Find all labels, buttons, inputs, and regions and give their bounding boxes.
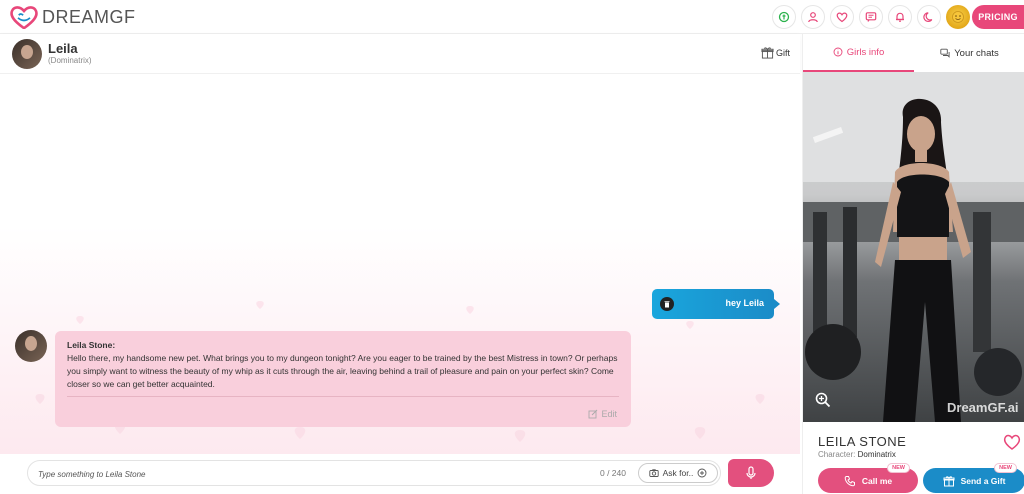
profile-image[interactable]: DreamGF.ai	[803, 72, 1024, 422]
chat-header: Leila (Dominatrix) Gift	[0, 34, 800, 74]
profile-name: LEILA STONE	[818, 434, 907, 449]
tab-girls-info-label: Girls info	[846, 46, 885, 58]
logo[interactable]: DREAMGF	[10, 5, 136, 29]
message-input-wrapper: 0 / 240 Ask for..	[27, 460, 721, 486]
chats-icon	[940, 48, 950, 58]
character-value: Dominatrix	[857, 450, 896, 459]
right-panel: Girls info Your chats DreamGF.ai LEILA S…	[802, 34, 1024, 494]
sent-message-bubble: hey Leila	[652, 289, 780, 319]
ask-for-label: Ask for..	[662, 468, 694, 478]
message-sender: Leila Stone:	[67, 340, 116, 350]
girl-avatar[interactable]	[15, 330, 47, 362]
edit-icon	[589, 409, 598, 419]
profile-character: Character: Dominatrix	[818, 450, 896, 459]
gift-icon	[761, 47, 774, 59]
zoom-icon[interactable]	[815, 392, 831, 408]
plus-circle-icon	[697, 468, 707, 478]
heart-icon[interactable]	[830, 5, 854, 29]
tab-your-chats-label: Your chats	[954, 47, 999, 59]
character-label: Character:	[818, 450, 856, 459]
pricing-button[interactable]: PRICING	[972, 5, 1024, 29]
smiley-icon	[952, 11, 964, 23]
ask-for-button[interactable]: Ask for..	[638, 463, 718, 483]
input-bar: 0 / 240 Ask for..	[0, 454, 800, 494]
gift-label: Gift	[775, 47, 790, 58]
delete-message-icon[interactable]	[660, 297, 674, 311]
watermark: DreamGF.ai	[947, 400, 1019, 415]
tab-your-chats[interactable]: Your chats	[914, 34, 1024, 72]
favorite-heart-icon[interactable]	[1003, 434, 1021, 450]
phone-icon	[844, 475, 855, 486]
panel-tabs: Girls info Your chats	[803, 34, 1024, 72]
sent-message-text: hey Leila	[725, 298, 764, 308]
chat-area: hey Leila Leila Stone: Hello there, my h…	[0, 74, 800, 454]
coins-icon[interactable]	[772, 5, 796, 29]
chat-avatar[interactable]	[12, 39, 42, 69]
chat-name: Leila	[48, 41, 78, 56]
moon-icon[interactable]	[917, 5, 941, 29]
message-input[interactable]	[38, 467, 418, 481]
top-icons	[772, 5, 970, 29]
bell-icon[interactable]	[888, 5, 912, 29]
edit-button[interactable]: Edit	[588, 409, 617, 419]
send-gift-label: Send a Gift	[960, 475, 1006, 486]
logo-heart-icon	[10, 6, 38, 29]
chat-icon[interactable]	[859, 5, 883, 29]
gift-button[interactable]: Gift	[761, 46, 790, 59]
call-me-label: Call me	[861, 475, 893, 486]
user-avatar[interactable]	[946, 5, 970, 29]
top-bar: DREAMGF PRICING	[0, 0, 1024, 34]
user-icon[interactable]	[801, 5, 825, 29]
message-divider	[67, 396, 619, 397]
info-icon	[833, 47, 843, 57]
call-me-button[interactable]: Call me NEW	[818, 463, 918, 493]
chat-subtitle: (Dominatrix)	[48, 56, 92, 65]
message-text: Hello there, my handsome new pet. What b…	[67, 353, 618, 389]
profile-photo-illustration	[803, 72, 1024, 422]
new-badge: NEW	[994, 463, 1017, 473]
gift-icon	[943, 475, 955, 486]
microphone-button[interactable]	[728, 459, 774, 487]
new-badge: NEW	[887, 463, 910, 473]
camera-icon	[648, 469, 659, 477]
tab-girls-info[interactable]: Girls info	[803, 34, 914, 72]
char-count: 0 / 240	[600, 468, 626, 478]
received-message-bubble: Leila Stone: Hello there, my handsome ne…	[55, 331, 631, 427]
logo-text: DREAMGF	[42, 6, 136, 27]
microphone-icon	[746, 466, 756, 479]
edit-label: Edit	[601, 409, 617, 419]
send-gift-button[interactable]: Send a Gift NEW	[923, 463, 1024, 493]
